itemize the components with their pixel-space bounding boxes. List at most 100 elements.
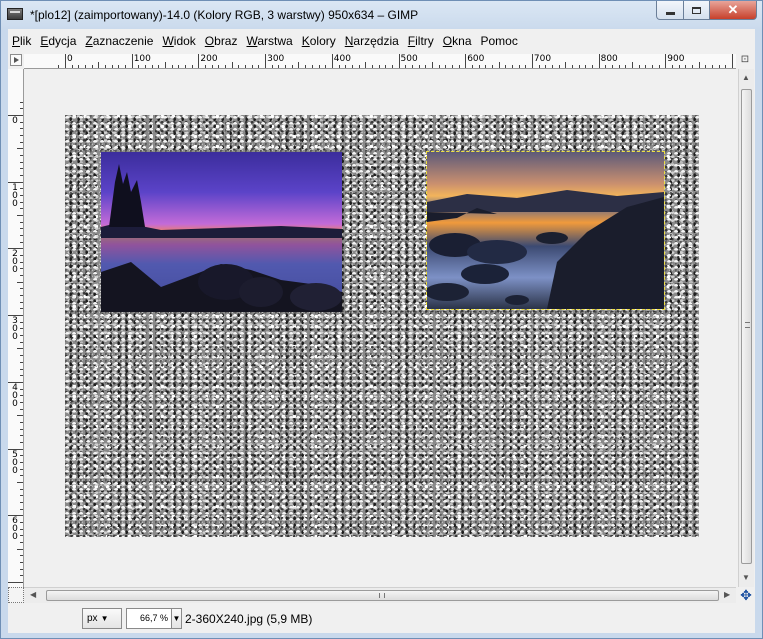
ruler-tick: [491, 65, 493, 68]
menu-item-widok[interactable]: Widok: [158, 32, 199, 50]
ruler-tick: [405, 65, 407, 68]
menu-accelerator: K: [301, 34, 310, 48]
menu-accelerator: P: [12, 34, 21, 48]
horizontal-ruler[interactable]: 0 100 200 300 400 500 600 700 800 900: [24, 54, 736, 69]
horizontal-scrollbar[interactable]: ◀ ▶: [24, 587, 736, 603]
scroll-left-icon[interactable]: ◀: [30, 590, 36, 599]
zoom-dropdown-button[interactable]: ▼: [171, 608, 182, 629]
ruler-tick: [238, 65, 240, 68]
menu-item-okna[interactable]: Okna: [439, 32, 476, 50]
ruler-tick: [478, 65, 480, 68]
ruler-tick: [20, 168, 23, 170]
ruler-tick: [20, 355, 23, 357]
ruler-tick: [20, 361, 23, 363]
menu-item-kolory[interactable]: Kolory: [298, 32, 340, 50]
vertical-scrollbar[interactable]: ▲ ▼: [738, 69, 754, 587]
unit-selector[interactable]: px ▼: [82, 608, 122, 629]
vertical-scroll-thumb[interactable]: [741, 89, 752, 564]
grip-icon: [745, 322, 750, 328]
ruler-label: 400: [333, 54, 351, 64]
maximize-button[interactable]: [683, 1, 710, 20]
ruler-tick: [65, 54, 66, 68]
maximize-icon: [692, 6, 701, 14]
canvas-area[interactable]: [24, 69, 736, 587]
menu-item-zaznaczenie[interactable]: Zaznaczenie: [81, 32, 157, 50]
ruler-label: 100: [12, 182, 18, 209]
image-canvas[interactable]: [65, 115, 699, 537]
ruler-tick: [171, 65, 173, 68]
ruler-tick: [511, 65, 513, 68]
ruler-tick: [20, 521, 23, 523]
layer-lake-sunset-trees[interactable]: [101, 152, 342, 312]
ruler-tick: [371, 65, 373, 68]
zoom-on-resize-toggle[interactable]: ⊡: [738, 54, 752, 68]
ruler-tick: [665, 54, 667, 68]
gimp-app-icon[interactable]: [7, 8, 23, 20]
ruler-tick: [645, 65, 647, 68]
menu-item-filtry[interactable]: Filtry: [404, 32, 438, 50]
menu-item-plik[interactable]: Plik: [8, 32, 35, 50]
horizontal-scroll-thumb[interactable]: [46, 590, 719, 601]
ruler-tick: [245, 65, 247, 68]
status-bar: px ▼ 66,7 % ▼ 2-360X240.jpg (5,9 MB): [8, 605, 755, 633]
menu-item-pomoc[interactable]: Pomoc: [477, 32, 522, 50]
zoom-input[interactable]: 66,7 %: [126, 608, 172, 629]
menu-bar: Plik Edycja Zaznaczenie Widok Obraz Warstwa Ko…: [8, 29, 755, 53]
menu-item-edycja[interactable]: Edycja: [36, 32, 80, 50]
close-button[interactable]: ✕: [709, 1, 757, 20]
ruler-label: 800: [600, 54, 618, 64]
ruler-tick: [578, 65, 580, 68]
ruler-tick: [8, 581, 23, 583]
menu-item-obraz[interactable]: Obraz: [201, 32, 242, 50]
ruler-tick: [632, 62, 633, 68]
minimize-button[interactable]: [656, 1, 684, 20]
menu-item-narzędzia[interactable]: Narzędzia: [341, 32, 403, 50]
menu-label: lik: [20, 34, 32, 48]
ruler-tick: [331, 54, 333, 68]
menu-accelerator: Z: [85, 34, 93, 48]
ruler-tick: [358, 65, 360, 68]
scroll-right-icon[interactable]: ▶: [724, 590, 730, 599]
ruler-tick: [20, 401, 23, 403]
ruler-tick: [20, 388, 23, 390]
ruler-tick: [652, 65, 653, 68]
menu-label: arzędzia: [353, 34, 399, 48]
scroll-down-icon[interactable]: ▼: [742, 573, 750, 582]
ruler-tick: [545, 65, 547, 68]
ruler-tick: [325, 65, 327, 68]
ruler-label: 600: [467, 54, 485, 64]
image-menu-button[interactable]: [10, 54, 22, 66]
ruler-tick: [418, 65, 420, 68]
ruler-tick: [692, 65, 693, 68]
ruler-tick: [712, 65, 713, 68]
layer-lake-sunset-rocks[interactable]: [426, 151, 665, 310]
ruler-tick: [271, 65, 273, 68]
title-bar[interactable]: *[plo12] (zaimportowany)-14.0 (Kolory RG…: [1, 1, 762, 29]
menu-label: braz: [214, 34, 238, 48]
ruler-tick: [20, 541, 23, 543]
navigate-button[interactable]: ✥: [738, 587, 754, 603]
ruler-tick: [20, 368, 23, 370]
ruler-tick: [20, 241, 23, 243]
ruler-tick: [125, 65, 126, 68]
ruler-tick: [431, 62, 433, 68]
ruler-tick: [591, 65, 593, 68]
ruler-tick: [205, 65, 207, 68]
ruler-tick: [391, 65, 393, 68]
ruler-tick: [17, 348, 23, 350]
ruler-label: 200: [12, 249, 18, 276]
ruler-tick: [20, 441, 23, 443]
ruler-tick: [20, 528, 23, 530]
vertical-ruler[interactable]: 0 100 200 300 400 500 600: [8, 69, 24, 587]
scroll-up-icon[interactable]: ▲: [742, 73, 750, 82]
ruler-tick: [258, 65, 260, 68]
ruler-label: 200: [200, 54, 218, 64]
ruler-tick: [231, 62, 233, 68]
menu-item-warstwa[interactable]: Warstwa: [242, 32, 296, 50]
ruler-tick: [378, 65, 380, 68]
ruler-tick: [571, 65, 573, 68]
ruler-tick: [20, 155, 23, 156]
ruler-tick: [145, 65, 146, 68]
ruler-tick: [525, 65, 527, 68]
quick-mask-toggle[interactable]: [8, 587, 24, 603]
